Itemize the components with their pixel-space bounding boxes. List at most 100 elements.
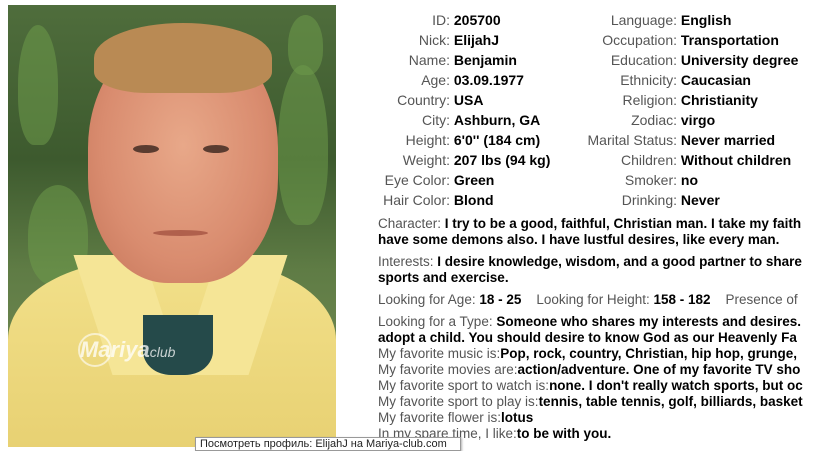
looking-age-label: Looking for Age: — [378, 292, 476, 307]
detail-label: Zodiac: — [631, 112, 677, 128]
detail-value: 6'0'' (184 cm) — [453, 132, 541, 148]
favorite-music-line: My favorite music is:Pop, rock, country,… — [378, 346, 831, 362]
character-label: Character: — [378, 216, 442, 231]
detail-row-height: Height: 6'0'' (184 cm) — [340, 130, 550, 150]
favorite-movies-line: My favorite movies are:action/adventure.… — [378, 362, 831, 378]
detail-row-drinking: Drinking: Never — [540, 190, 798, 210]
detail-label: Education: — [610, 52, 677, 68]
detail-value: no — [680, 172, 698, 188]
character-text: have some demons also. I have lustful de… — [378, 232, 780, 247]
profile-details-right: Language: English Occupation: Transporta… — [540, 10, 799, 210]
looking-type-label: Looking for a Type: — [378, 314, 493, 329]
foliage — [288, 15, 323, 75]
favorite-flower-line: My favorite flower is:lotus — [378, 410, 831, 426]
favorite-music-label: My favorite music is: — [378, 346, 501, 361]
presence-label: Presence of — [725, 292, 798, 307]
detail-row-marital-status: Marital Status: Never married — [540, 130, 798, 150]
detail-value: ElijahJ — [453, 32, 500, 48]
detail-label: Smoker: — [624, 172, 677, 188]
character-line-2: have some demons also. I have lustful de… — [378, 232, 831, 248]
interests-line: Interests: I desire knowledge, wisdom, a… — [378, 254, 831, 270]
detail-row-eye-color: Eye Color: Green — [340, 170, 550, 190]
detail-value: virgo — [680, 112, 716, 128]
favorite-sport-watch-label: My favorite sport to watch is: — [378, 378, 550, 393]
detail-value: University degree — [680, 52, 799, 68]
spare-time-value: to be with you. — [516, 426, 612, 441]
detail-label: Height: — [405, 132, 450, 148]
detail-label: ID: — [432, 12, 450, 28]
detail-label: Nick: — [418, 32, 450, 48]
detail-label: Marital Status: — [587, 132, 677, 148]
detail-row-nick: Nick: ElijahJ — [340, 30, 550, 50]
detail-label: Age: — [421, 72, 450, 88]
favorite-flower-value: lotus — [501, 410, 534, 425]
detail-row-hair-color: Hair Color: Blond — [340, 190, 550, 210]
detail-value: Without children — [680, 152, 792, 168]
mouth — [153, 230, 208, 236]
looking-type-text: adopt a child. You should desire to know… — [378, 330, 797, 345]
interests-text: I desire knowledge, wisdom, and a good p… — [437, 254, 802, 269]
looking-height-value: 158 - 182 — [653, 292, 711, 307]
looking-type-line-2: adopt a child. You should desire to know… — [378, 330, 831, 346]
eye-left — [133, 145, 159, 153]
character-line: Character: I try to be a good, faithful,… — [378, 216, 831, 232]
detail-value: Benjamin — [453, 52, 517, 68]
detail-row-ethnicity: Ethnicity: Caucasian — [540, 70, 798, 90]
detail-label: Children: — [620, 152, 677, 168]
detail-row-country: Country: USA — [340, 90, 550, 110]
profile-bio: Character: I try to be a good, faithful,… — [378, 216, 831, 442]
detail-label: Weight: — [402, 152, 450, 168]
profile-photo[interactable]: Mariyaclub — [8, 5, 336, 447]
favorite-music-value: Pop, rock, country, Christian, hip hop, … — [500, 346, 798, 361]
interests-text: sports and exercise. — [378, 270, 509, 285]
detail-label: Ethnicity: — [620, 72, 677, 88]
detail-value: English — [680, 12, 732, 28]
detail-label: Language: — [610, 12, 677, 28]
detail-value: 207 lbs (94 kg) — [453, 152, 551, 168]
character-text: I try to be a good, faithful, Christian … — [444, 216, 802, 231]
detail-value: 205700 — [453, 12, 501, 28]
detail-row-name: Name: Benjamin — [340, 50, 550, 70]
favorite-sport-play-value: tennis, table tennis, golf, billiards, b… — [538, 394, 803, 409]
detail-row-smoker: Smoker: no — [540, 170, 798, 190]
looking-type-text: Someone who shares my interests and desi… — [496, 314, 801, 329]
detail-value: USA — [453, 92, 484, 108]
favorite-sport-watch-value: none. I don't really watch sports, but o… — [549, 378, 803, 393]
detail-value: Transportation — [680, 32, 779, 48]
looking-height-label: Looking for Height: — [536, 292, 650, 307]
foliage — [278, 65, 328, 225]
detail-label: City: — [422, 112, 450, 128]
detail-value: Caucasian — [680, 72, 751, 88]
detail-value: Blond — [453, 192, 494, 208]
detail-label: Drinking: — [621, 192, 677, 208]
detail-row-id: ID: 205700 — [340, 10, 550, 30]
detail-row-age: Age: 03.09.1977 — [340, 70, 550, 90]
favorite-sport-watch-line: My favorite sport to watch is:none. I do… — [378, 378, 831, 394]
detail-row-city: City: Ashburn, GA — [340, 110, 550, 130]
photo-watermark: Mariyaclub — [80, 337, 176, 362]
looking-for-line: Looking for Age: 18 - 25 Looking for Hei… — [378, 292, 831, 308]
favorite-sport-play-line: My favorite sport to play is:tennis, tab… — [378, 394, 831, 410]
detail-row-weight: Weight: 207 lbs (94 kg) — [340, 150, 551, 170]
foliage — [18, 25, 58, 145]
detail-value: Never — [680, 192, 720, 208]
detail-label: Religion: — [622, 92, 677, 108]
eye-right — [203, 145, 229, 153]
detail-value: Christianity — [680, 92, 758, 108]
looking-age-value: 18 - 25 — [479, 292, 522, 307]
interests-line-2: sports and exercise. — [378, 270, 831, 286]
interests-label: Interests: — [378, 254, 434, 269]
detail-label: Country: — [397, 92, 450, 108]
favorite-movies-label: My favorite movies are: — [378, 362, 518, 377]
detail-value: Green — [453, 172, 495, 188]
detail-label: Name: — [408, 52, 450, 68]
detail-label: Eye Color: — [384, 172, 450, 188]
detail-row-zodiac: Zodiac: virgo — [540, 110, 798, 130]
detail-row-children: Children: Without children — [540, 150, 798, 170]
detail-row-religion: Religion: Christianity — [540, 90, 798, 110]
favorite-sport-play-label: My favorite sport to play is: — [378, 394, 539, 409]
profile-details-left: ID: 205700 Nick: ElijahJ Name: Benjamin … — [340, 10, 550, 210]
detail-value: Ashburn, GA — [453, 112, 541, 128]
detail-value: Never married — [680, 132, 776, 148]
hair — [94, 23, 272, 93]
